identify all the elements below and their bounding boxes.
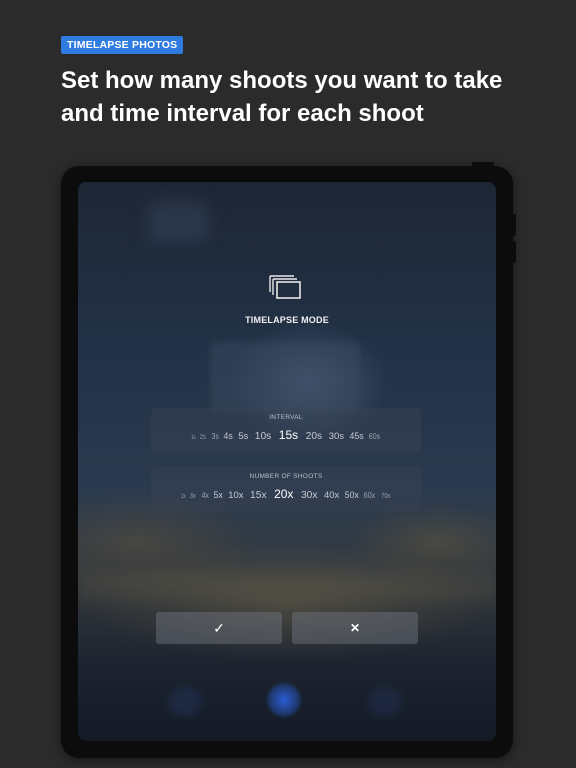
option-10x[interactable]: 10x bbox=[228, 490, 243, 501]
check-icon: ✓ bbox=[213, 619, 225, 636]
option-2x[interactable]: 2x bbox=[181, 493, 185, 500]
option-60s[interactable]: 60s bbox=[369, 432, 380, 441]
dock-blur bbox=[168, 687, 202, 717]
option-20x[interactable]: 20x bbox=[274, 487, 293, 501]
shoots-picker[interactable]: NUMBER OF SHOOTS 2x 3x 4x 5x 10x 15x 20x 30x 40x… bbox=[151, 467, 421, 511]
headline: Set how many shoots you want to take and… bbox=[61, 67, 503, 127]
background-blur bbox=[78, 572, 496, 602]
option-60x[interactable]: 60x bbox=[364, 491, 375, 500]
cancel-button[interactable]: ✕ bbox=[292, 612, 418, 644]
interval-picker[interactable]: INTERVAL 1s 2s 3s 4s 5s 10s 15s 20s 30s 45s 60s bbox=[151, 408, 421, 452]
option-5x[interactable]: 5x bbox=[213, 490, 222, 500]
confirm-button[interactable]: ✓ bbox=[156, 612, 282, 644]
option-5s[interactable]: 5s bbox=[238, 431, 248, 442]
option-3s[interactable]: 3s bbox=[211, 432, 218, 441]
option-20s[interactable]: 20s bbox=[306, 431, 323, 442]
close-icon: ✕ bbox=[349, 621, 361, 635]
interval-label: INTERVAL bbox=[269, 414, 303, 421]
tablet-top-button bbox=[472, 162, 494, 167]
tablet-volume-down bbox=[512, 241, 516, 263]
tablet-volume-up bbox=[512, 214, 516, 236]
option-15s[interactable]: 15s bbox=[279, 428, 298, 442]
mode-title: TIMELAPSE MODE bbox=[245, 315, 329, 325]
option-2s[interactable]: 2s bbox=[200, 432, 206, 441]
shoots-label: NUMBER OF SHOOTS bbox=[249, 473, 323, 480]
option-3x[interactable]: 3x bbox=[190, 491, 196, 500]
dock-blur bbox=[368, 687, 402, 717]
option-70x[interactable]: 70x bbox=[381, 491, 390, 500]
category-badge: TIMELAPSE PHOTOS bbox=[61, 36, 184, 54]
stacked-photos-icon bbox=[269, 275, 301, 299]
tablet-screen: TIMELAPSE MODE INTERVAL 1s 2s 3s 4s 5s 10s 15s… bbox=[78, 182, 496, 741]
option-4x[interactable]: 4x bbox=[201, 491, 208, 500]
option-40x[interactable]: 40x bbox=[324, 490, 339, 501]
background-blur bbox=[148, 202, 208, 242]
option-30x[interactable]: 30x bbox=[301, 490, 318, 501]
shoots-options[interactable]: 2x 3x 4x 5x 10x 15x 20x 30x 40x 50x 60x 70x bbox=[151, 487, 421, 503]
option-45s[interactable]: 45s bbox=[350, 431, 364, 441]
option-1s[interactable]: 1s bbox=[191, 434, 195, 441]
interval-options[interactable]: 1s 2s 3s 4s 5s 10s 15s 20s 30s 45s 60s bbox=[151, 428, 421, 444]
option-30s[interactable]: 30s bbox=[329, 431, 344, 442]
option-4s[interactable]: 4s bbox=[223, 431, 232, 441]
option-10s[interactable]: 10s bbox=[255, 431, 272, 442]
background-blur bbox=[210, 342, 360, 412]
option-15x[interactable]: 15x bbox=[250, 490, 267, 501]
option-50x[interactable]: 50x bbox=[345, 490, 359, 500]
shutter-button[interactable] bbox=[266, 682, 302, 718]
